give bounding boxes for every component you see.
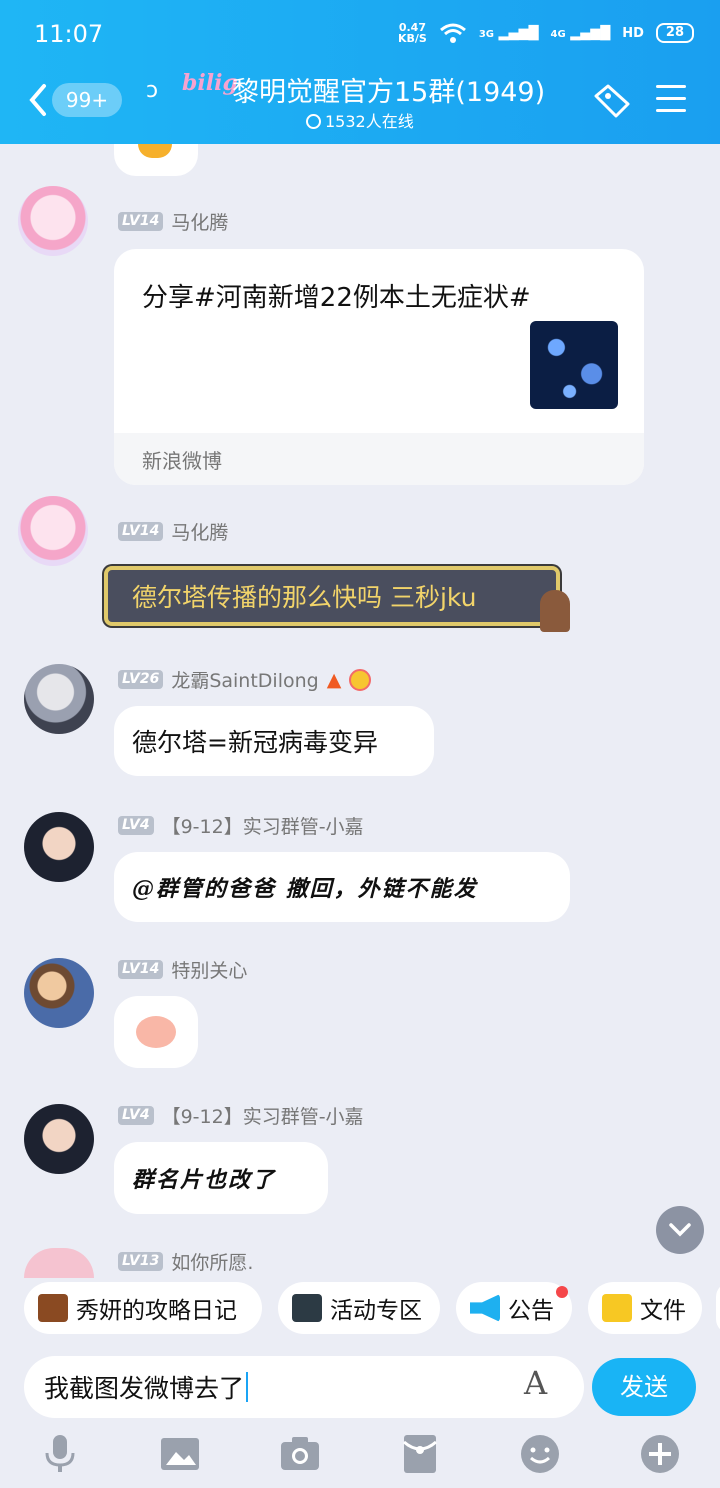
message-bubble[interactable]: 🐷: [114, 996, 198, 1068]
unread-badge[interactable]: 99+: [52, 83, 122, 117]
group-logo: bilig: [182, 70, 238, 96]
quick-action-bar: 秀妍的攻略日记 活动专区 公告 文件: [0, 1280, 720, 1336]
emoji-icon: [138, 144, 172, 158]
share-thumbnail: [530, 321, 618, 409]
share-card[interactable]: 分享#河南新增22例本土无症状# 新浪微博: [114, 249, 644, 485]
scroll-down-button[interactable]: [656, 1206, 704, 1254]
message-bubble[interactable]: 德尔塔传播的那么快吗 三秒jku: [104, 566, 560, 626]
book-icon: [38, 1294, 68, 1322]
avatar[interactable]: [24, 1248, 94, 1278]
bubble-decoration-icon: [540, 590, 570, 632]
quick-chip-diary[interactable]: 秀妍的攻略日记: [24, 1282, 262, 1334]
level-badge: LV4: [118, 1106, 154, 1125]
folder-icon: [602, 1294, 632, 1322]
microphone-icon[interactable]: [38, 1432, 82, 1476]
ear-icon[interactable]: ↄ: [146, 78, 158, 103]
camera-icon[interactable]: [278, 1432, 322, 1476]
message-bubble[interactable]: 德尔塔=新冠病毒变异: [114, 706, 434, 776]
battery-icon: 28: [655, 23, 694, 43]
level-badge: LV14: [118, 522, 164, 541]
pig-emoji: 🐷: [136, 1016, 176, 1048]
avatar[interactable]: [24, 812, 94, 882]
menu-icon[interactable]: [656, 85, 686, 113]
hd-icon: HD: [622, 25, 644, 41]
status-icons: 0.47 KB/S 3G ▂▄▆█ 4G ▂▄▆█ HD 28: [398, 22, 694, 44]
avatar[interactable]: [18, 186, 88, 256]
activity-icon: [292, 1294, 322, 1322]
back-icon[interactable]: [24, 82, 54, 118]
sender-name[interactable]: LV14 马化腾: [118, 208, 228, 235]
font-style-icon[interactable]: A: [524, 1364, 547, 1402]
level-badge: LV14: [118, 960, 164, 979]
quick-chip-files[interactable]: 文件: [588, 1282, 702, 1334]
chat-header: 11:07 0.47 KB/S 3G ▂▄▆█ 4G ▂▄▆█ HD 28 99…: [0, 0, 720, 144]
wifi-icon: [439, 23, 466, 43]
bottom-toolbar: [0, 1424, 720, 1484]
signal-3g-icon: 3G ▂▄▆█: [478, 25, 539, 41]
emoji-icon[interactable]: [518, 1432, 562, 1476]
avatar[interactable]: [24, 958, 94, 1028]
megaphone-icon: [470, 1294, 500, 1322]
chevron-down-icon: [669, 1223, 691, 1237]
sender-name[interactable]: LV4 【9-12】实习群管-小嘉: [118, 812, 364, 839]
quick-chip-activity[interactable]: 活动专区: [278, 1282, 440, 1334]
quick-chip-more[interactable]: [716, 1282, 720, 1334]
status-bar: 11:07 0.47 KB/S 3G ▂▄▆█ 4G ▂▄▆█ HD 28: [0, 0, 720, 70]
level-badge: LV14: [118, 212, 164, 231]
level-badge: LV26: [118, 670, 164, 689]
signal-4g-icon: 4G ▂▄▆█: [550, 25, 611, 41]
message-bubble[interactable]: 群名片也改了: [114, 1142, 328, 1214]
avatar[interactable]: [18, 496, 88, 566]
sender-name[interactable]: LV4 【9-12】实习群管-小嘉: [118, 1102, 364, 1129]
sender-name[interactable]: LV14 特别关心: [118, 956, 247, 983]
send-button[interactable]: 发送: [592, 1358, 696, 1416]
message-bubble[interactable]: @群管的爸爸 撤回，外链不能发: [114, 852, 570, 922]
online-count: 1532人在线: [306, 108, 414, 132]
fire-icon: ▲: [326, 668, 342, 691]
text-caret: [246, 1372, 249, 1402]
group-title[interactable]: 黎明觉醒官方15群(1949): [232, 70, 545, 109]
sender-name[interactable]: LV26 龙霸SaintDilong ▲: [118, 666, 372, 693]
image-icon[interactable]: [158, 1432, 202, 1476]
share-text: 分享#河南新增22例本土无症状#: [142, 283, 531, 313]
sender-name[interactable]: LV14 马化腾: [118, 518, 228, 545]
online-icon: [306, 114, 321, 129]
sender-name[interactable]: LV13 如你所愿.: [118, 1248, 253, 1275]
status-time: 11:07: [34, 20, 104, 48]
nav-bar: 99+ ↄ bilig 黎明觉醒官方15群(1949) 1532人在线: [0, 68, 720, 138]
tag-icon[interactable]: [590, 82, 632, 118]
avatar[interactable]: [24, 664, 94, 734]
level-badge: LV13: [118, 1252, 164, 1271]
share-source: 新浪微博: [142, 449, 222, 473]
avatar[interactable]: [24, 1104, 94, 1174]
smile-badge-icon: [349, 668, 372, 691]
red-packet-icon[interactable]: [398, 1432, 442, 1476]
partial-bubble: [114, 144, 198, 176]
message-input[interactable]: 我截图发微博去了: [24, 1356, 584, 1418]
notice-dot: [556, 1286, 568, 1298]
net-speed: 0.47 KB/S: [397, 21, 427, 45]
plus-icon[interactable]: [638, 1432, 682, 1476]
level-badge: LV4: [118, 816, 154, 835]
share-footer: 新浪微博: [114, 433, 644, 485]
quick-chip-notice[interactable]: 公告: [456, 1282, 572, 1334]
